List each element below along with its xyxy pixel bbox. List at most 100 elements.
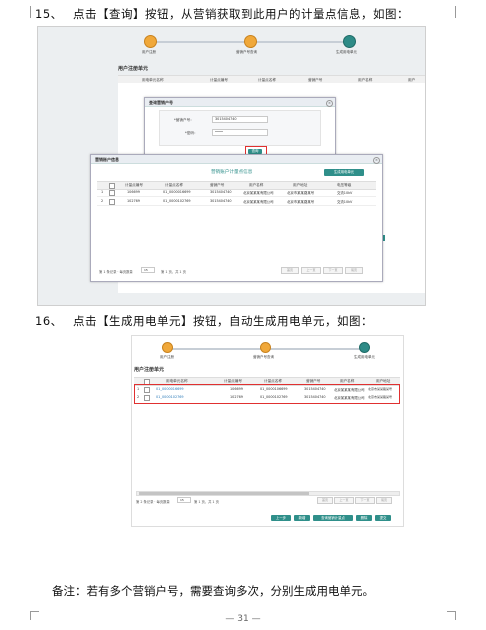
step-16-heading: 16、 点击【生成用电单元】按钮，自动生成用电单元，如图： [35, 313, 373, 329]
cell: 01_0000102769 [163, 199, 191, 203]
cell: 北京市某某路某号 [287, 191, 315, 195]
step-number: 16、 [35, 314, 63, 328]
dialog-title: 查询营销户号 [149, 99, 173, 105]
row-index: 1 [137, 387, 140, 391]
cell: 北京某某某有限公司 [243, 200, 274, 204]
step-circle-done [244, 35, 257, 48]
step-label: 生成用电单元 [336, 50, 357, 54]
row-checkbox[interactable] [109, 189, 115, 196]
step-label: 生成用电单元 [354, 355, 375, 359]
horizontal-scrollbar[interactable] [136, 491, 400, 496]
page-size-select[interactable]: 15 [141, 267, 155, 273]
password-input[interactable]: •••• [212, 129, 268, 136]
row-index: 1 [101, 190, 104, 194]
cell: 北京某某某有限公司 [334, 388, 365, 392]
table-row[interactable]: 1 01_0000016699 106699 01_0000106699 301… [134, 385, 400, 393]
column-header: 营销户号 [308, 77, 323, 82]
footnote: 备注：若有多个营销户号，需要查询多次，分别生成用电单元。 [52, 584, 374, 598]
page-number: — 31 — [225, 614, 261, 624]
column-header: 用户名称 [358, 77, 373, 82]
cell: 102769 [127, 199, 140, 203]
scrollbar-thumb[interactable] [139, 492, 309, 495]
column-header: 计量点名称 [258, 77, 276, 82]
step-circle-current [359, 342, 370, 353]
close-icon[interactable]: × [373, 156, 380, 164]
previous-step-button[interactable]: 上一步 [271, 515, 291, 521]
last-page-button[interactable]: 尾页 [376, 497, 392, 504]
cell: 01_0000102769 [260, 395, 288, 399]
section-title: 用户注册单元 [118, 66, 149, 72]
close-icon[interactable]: × [326, 99, 333, 107]
cell: 3015404740 [210, 199, 232, 203]
dialog-subtitle: 营销账户计量点信息 [211, 170, 253, 175]
account-info-dialog: 营销账户信息 × 营销账户计量点信息 生成用电单元 计量点编号 计量点名称 营销… [90, 154, 383, 282]
cell: 北京某某某有限公司 [243, 191, 274, 195]
prev-page-button[interactable]: 上一页 [301, 267, 321, 274]
unit-name-link[interactable]: 01_0000016699 [156, 387, 184, 391]
column-header: 用户 [408, 77, 416, 82]
cell: 3015404740 [304, 387, 326, 391]
form-area: *营销户号： 3015404740 *密码： •••• [159, 110, 321, 146]
delete-button[interactable]: 删除 [356, 515, 372, 521]
query-metering-point-button[interactable]: 查询营销计量点 [313, 515, 353, 521]
pager-summary: 第 2 条记录 · 每页数量 [136, 500, 170, 504]
pager-page: 第 1 页，共 1 页 [161, 270, 186, 274]
cell: 106699 [127, 190, 140, 194]
step-15-heading: 15、 点击【查询】按钮，从营销获取到此用户的计量点信息，如图： [35, 6, 409, 22]
row-index: 2 [137, 395, 140, 399]
account-label: *营销户号： [174, 118, 194, 122]
dialog-title: 营销账户信息 [95, 156, 119, 162]
cell: 3015404740 [210, 190, 232, 194]
cell: 交流10kV [337, 191, 353, 195]
cell: 北京市某某路某号 [287, 200, 315, 204]
unit-name-link[interactable]: 01_0000102769 [156, 395, 184, 399]
table-row[interactable]: 2 102769 01_0000102769 3015404740 北京某某某有… [97, 197, 376, 206]
table-row[interactable]: 2 01_0000102769 102769 01_0000102769 301… [134, 393, 400, 401]
first-page-button[interactable]: 首页 [317, 497, 333, 504]
next-page-button[interactable]: 下一页 [323, 267, 343, 274]
column-header: 计量点编号 [210, 77, 228, 82]
add-button[interactable]: 新增 [294, 515, 310, 521]
submit-button[interactable]: 提交 [375, 515, 391, 521]
column-header: 用电单元名称 [142, 77, 164, 82]
cell: 交流10kV [337, 200, 353, 204]
step-label: 营销户号查询 [236, 50, 257, 54]
next-page-button[interactable]: 下一页 [355, 497, 375, 504]
row-checkbox[interactable] [144, 394, 150, 401]
pager-summary: 第 1 条记录 · 每页数量 [99, 270, 133, 274]
dialog-titlebar: 查询营销户号 × [145, 98, 335, 107]
step-text: 点击【查询】按钮，从营销获取到此用户的计量点信息，如图： [73, 7, 409, 21]
step-circle-done [162, 342, 173, 353]
cell: 106699 [230, 387, 243, 391]
step-label: 营销户号查询 [253, 355, 274, 359]
last-page-button[interactable]: 尾页 [345, 267, 363, 274]
cell: 01_0000016699 [163, 190, 191, 194]
row-checkbox[interactable] [109, 198, 115, 205]
pager-page: 第 1 页，共 1 页 [194, 500, 219, 504]
cell: 3015404740 [304, 395, 326, 399]
step-circle-current [343, 35, 356, 48]
app-panel: 用户注册 营销户号查询 生成用电单元 用户注册单元 用电单元名称 计量点编号 计… [38, 27, 425, 305]
cell: 北京某某某有限公司 [334, 396, 365, 400]
section-title: 用户注册单元 [134, 367, 165, 373]
step-number: 15、 [35, 7, 63, 21]
screenshot-generated-units: 用户注册 营销户号查询 生成用电单元 用户注册单元 用电单元名称 计量点编号 计… [131, 335, 404, 527]
first-page-button[interactable]: 首页 [281, 267, 299, 274]
account-input[interactable]: 3015404740 [212, 116, 268, 123]
prev-page-button[interactable]: 上一页 [334, 497, 354, 504]
cell: 北京市某某路某号 [368, 387, 393, 391]
row-index: 2 [101, 199, 104, 203]
step-circle-done [144, 35, 157, 48]
cell: 102769 [230, 395, 243, 399]
page-size-select[interactable]: 15 [177, 497, 191, 503]
step-label: 用户注册 [160, 355, 174, 359]
cell: 北京市某某路某号 [368, 395, 393, 399]
table-row[interactable]: 1 106699 01_0000016699 3015404740 北京某某某有… [97, 188, 376, 197]
cell: 01_0000106699 [260, 387, 288, 391]
step-label: 用户注册 [142, 50, 156, 54]
screenshot-query-result: 用户注册 营销户号查询 生成用电单元 用户注册单元 用电单元名称 计量点编号 计… [37, 26, 426, 306]
generate-unit-button[interactable]: 生成用电单元 [324, 169, 364, 176]
password-label: *密码： [185, 131, 198, 135]
step-text: 点击【生成用电单元】按钮，自动生成用电单元，如图： [73, 314, 373, 328]
row-checkbox[interactable] [144, 386, 150, 393]
